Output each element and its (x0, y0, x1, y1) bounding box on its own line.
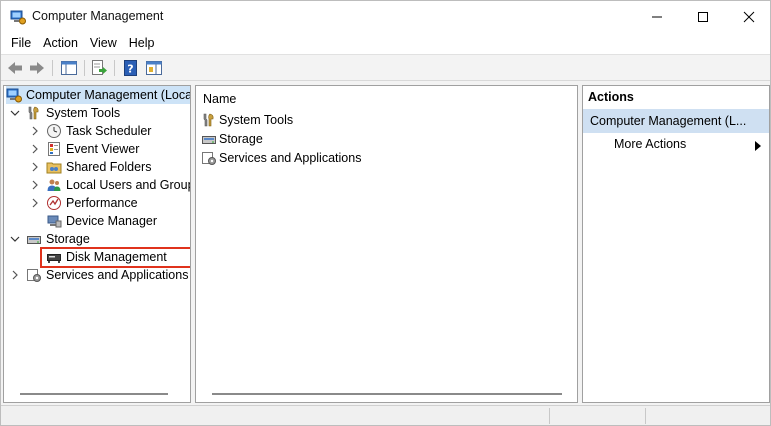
horizontal-scrollbar[interactable] (20, 393, 168, 395)
toolbar-separator (114, 60, 115, 76)
tree-item-device-manager[interactable]: Device Manager (46, 212, 157, 230)
show-hide-action-pane-icon[interactable] (145, 59, 163, 77)
result-row-services-and-applications[interactable]: Services and Applications (201, 149, 361, 167)
help-icon[interactable]: ? (122, 59, 140, 77)
menu-help[interactable]: Help (123, 32, 161, 54)
window-title: Computer Management (32, 9, 164, 23)
performance-icon (47, 196, 61, 210)
highlight-box (40, 247, 190, 268)
storage-icon (27, 236, 41, 244)
services-icon (27, 269, 41, 282)
minimize-icon (652, 16, 662, 17)
computer-management-icon (6, 88, 22, 103)
back-arrow-icon[interactable] (6, 59, 24, 77)
result-row-storage[interactable]: Storage (201, 130, 263, 148)
chevron-down-icon[interactable] (10, 108, 20, 118)
horizontal-scrollbar[interactable] (212, 393, 562, 395)
tree-item-label: Local Users and Groups (66, 178, 191, 192)
event-viewer-icon (48, 142, 60, 156)
status-bar (1, 405, 770, 425)
tree-item-shared-folders[interactable]: Shared Folders (46, 158, 151, 176)
tree-item-services-and-applications[interactable]: Services and Applications (26, 266, 188, 284)
tree-item-label: Services and Applications (46, 268, 189, 282)
maximize-button[interactable] (680, 1, 726, 32)
result-row-system-tools[interactable]: System Tools (201, 111, 293, 129)
tree-root-label: Computer Management (Local (26, 88, 191, 102)
result-row-label: Storage (219, 132, 263, 146)
console-tree-pane: Computer Management (Local System Tools … (3, 85, 191, 403)
chevron-right-icon[interactable] (30, 198, 40, 208)
shared-folder-icon (46, 162, 62, 174)
tree-item-event-viewer[interactable]: Event Viewer (46, 140, 139, 158)
actions-title: Actions (583, 86, 769, 108)
menu-action[interactable]: Action (37, 32, 84, 54)
storage-icon (202, 136, 216, 144)
system-tools-icon (203, 113, 214, 127)
result-row-label: Services and Applications (219, 151, 362, 165)
menu-view[interactable]: View (84, 32, 123, 54)
tree-item-system-tools[interactable]: System Tools (26, 104, 120, 122)
results-pane: Name System Tools Storage Services and A… (195, 85, 578, 403)
chevron-right-icon[interactable] (30, 162, 40, 172)
clock-icon (47, 124, 61, 138)
chevron-right-icon[interactable] (30, 144, 40, 154)
computer-management-window: Computer Management File Action View Hel… (0, 0, 771, 426)
toolbar-separator (84, 60, 85, 76)
forward-arrow-icon[interactable] (28, 59, 46, 77)
status-separator (549, 408, 550, 424)
minimize-button[interactable] (634, 1, 680, 32)
actions-pane: Actions Computer Management (L... More A… (582, 85, 770, 403)
toolbar: ? (1, 54, 770, 81)
status-separator (645, 408, 646, 424)
menu-bar: File Action View Help (1, 32, 770, 54)
chevron-right-icon[interactable] (10, 270, 20, 280)
result-row-label: System Tools (219, 113, 294, 127)
tree-item-label: Event Viewer (66, 142, 140, 156)
users-icon (47, 179, 61, 191)
menu-file[interactable]: File (5, 32, 37, 54)
close-button[interactable] (726, 1, 771, 32)
tree-item-label: Storage (46, 232, 90, 246)
actions-selected-item[interactable]: Computer Management (L... (583, 109, 769, 133)
close-icon (743, 11, 755, 22)
tree-item-label: System Tools (46, 106, 121, 120)
export-list-icon[interactable] (90, 59, 108, 77)
chevron-right-icon[interactable] (30, 180, 40, 190)
tree-item-label: Performance (66, 196, 138, 210)
device-manager-icon (47, 215, 62, 228)
tree-item-label: Task Scheduler (66, 124, 152, 138)
show-hide-console-tree-icon[interactable] (60, 59, 78, 77)
maximize-icon (698, 11, 708, 22)
more-actions-link[interactable]: More Actions (614, 137, 686, 151)
tree-item-performance[interactable]: Performance (46, 194, 138, 212)
chevron-right-icon[interactable] (30, 126, 40, 136)
submenu-arrow-icon (755, 141, 761, 151)
column-header-name[interactable]: Name (203, 92, 236, 106)
computer-management-icon (10, 10, 26, 25)
tree-item-task-scheduler[interactable]: Task Scheduler (46, 122, 151, 140)
tree-item-local-users-and-groups[interactable]: Local Users and Groups (46, 176, 191, 194)
chevron-down-icon[interactable] (10, 234, 20, 244)
tree-item-label: Shared Folders (66, 160, 152, 174)
system-tools-icon (28, 106, 39, 120)
svg-text:?: ? (127, 63, 133, 76)
tree-item-storage[interactable]: Storage (26, 230, 90, 248)
services-icon (202, 152, 216, 165)
tree-item-label: Device Manager (66, 214, 158, 228)
toolbar-separator (52, 60, 53, 76)
title-bar: Computer Management (1, 1, 770, 32)
tree-root-computer-management[interactable]: Computer Management (Local (6, 86, 191, 104)
